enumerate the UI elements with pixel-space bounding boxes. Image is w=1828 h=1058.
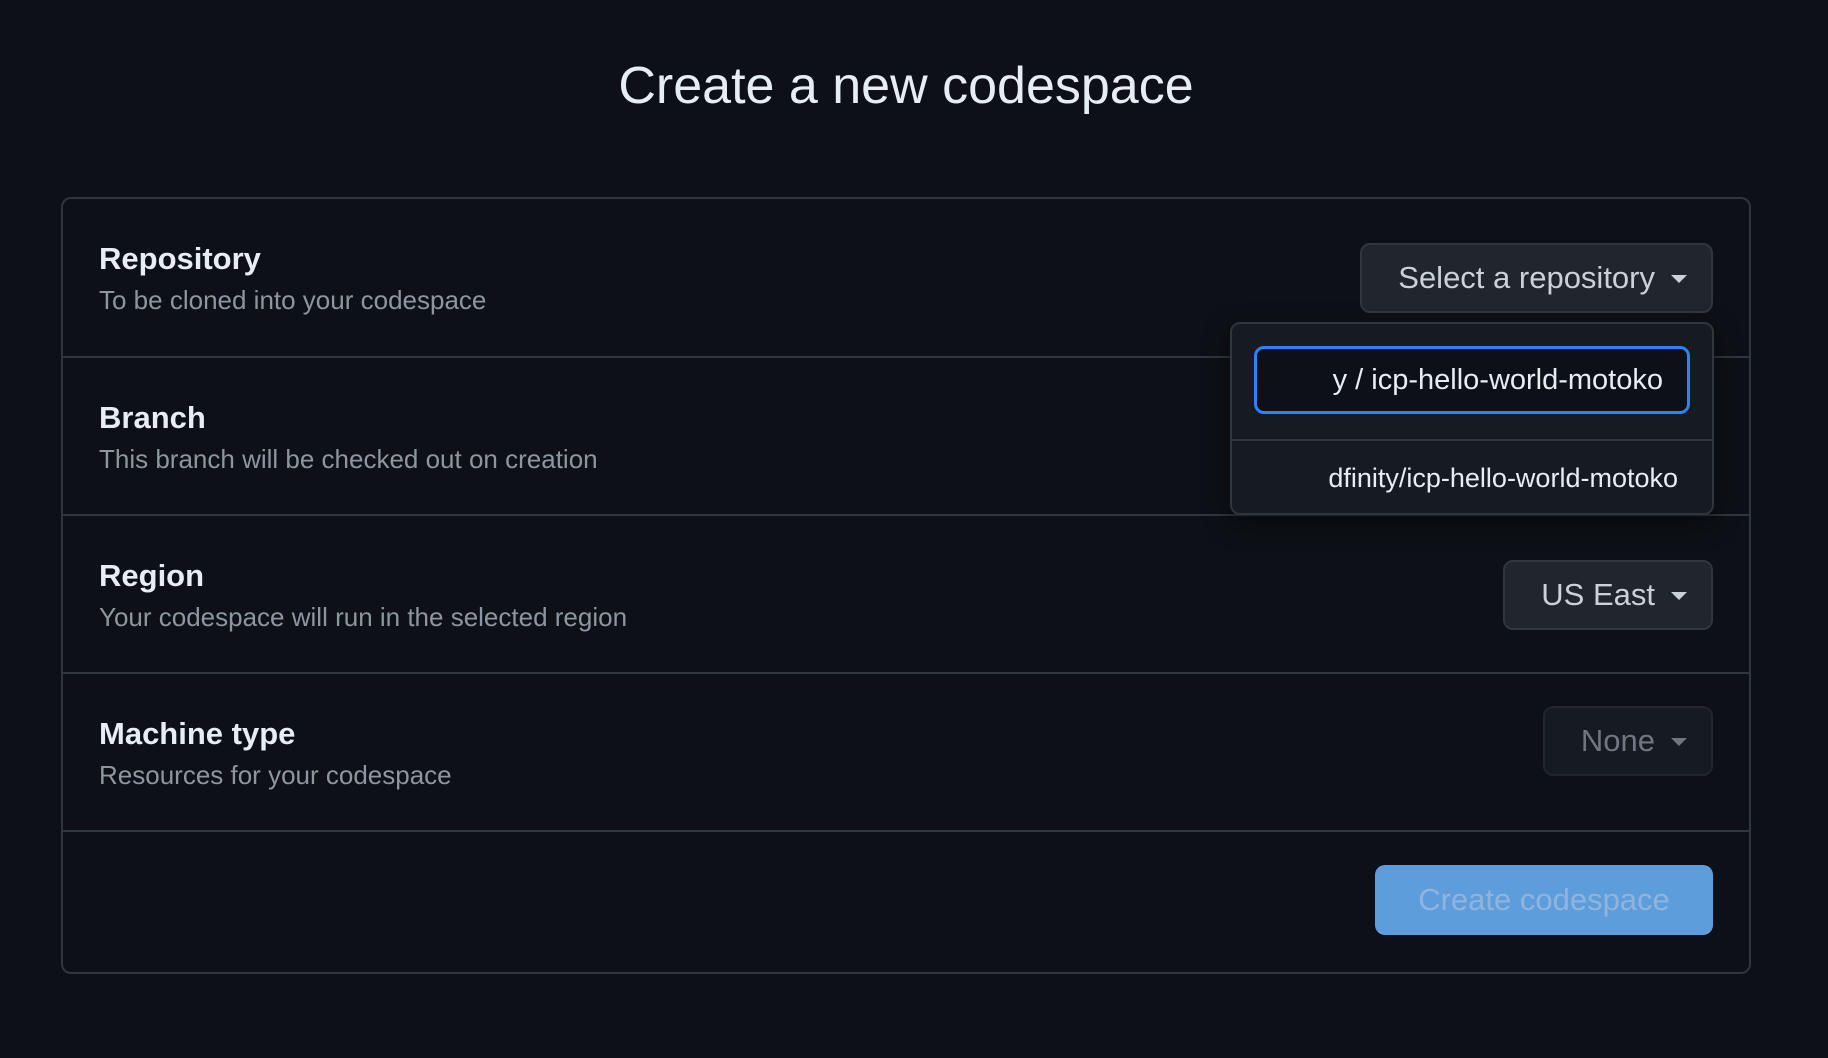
caret-down-icon [1671, 592, 1687, 600]
repository-filter-input[interactable] [1254, 346, 1690, 414]
repository-description: To be cloned into your codespace [99, 285, 487, 315]
create-codespace-button[interactable]: Create codespace [1375, 865, 1713, 935]
select-repository-button[interactable]: Select a repository [1360, 243, 1713, 313]
machine-type-label: Machine type [99, 716, 296, 751]
codespace-form: Repository To be cloned into your codesp… [61, 197, 1751, 974]
branch-label: Branch [99, 400, 206, 435]
actions-row: Create codespace [63, 832, 1749, 974]
machine-type-row: Machine type Resources for your codespac… [63, 674, 1749, 832]
machine-type-description: Resources for your codespace [99, 760, 452, 790]
region-description: Your codespace will run in the selected … [99, 602, 628, 632]
repository-dropdown: dfinity/icp-hello-world-motoko [1230, 322, 1714, 515]
machine-type-select-button[interactable]: None [1542, 706, 1713, 776]
region-selected-value: US East [1541, 577, 1655, 612]
machine-type-selected-value: None [1580, 723, 1655, 758]
repository-option[interactable]: dfinity/icp-hello-world-motoko [1232, 441, 1712, 513]
caret-down-icon [1671, 738, 1687, 746]
repository-label: Repository [99, 241, 261, 276]
caret-down-icon [1671, 275, 1687, 283]
branch-description: This branch will be checked out on creat… [99, 444, 598, 474]
region-row: Region Your codespace will run in the se… [63, 516, 1749, 674]
select-repository-label: Select a repository [1398, 260, 1655, 295]
region-select-button[interactable]: US East [1503, 560, 1713, 630]
page-title: Create a new codespace [618, 57, 1194, 115]
region-label: Region [99, 558, 205, 593]
